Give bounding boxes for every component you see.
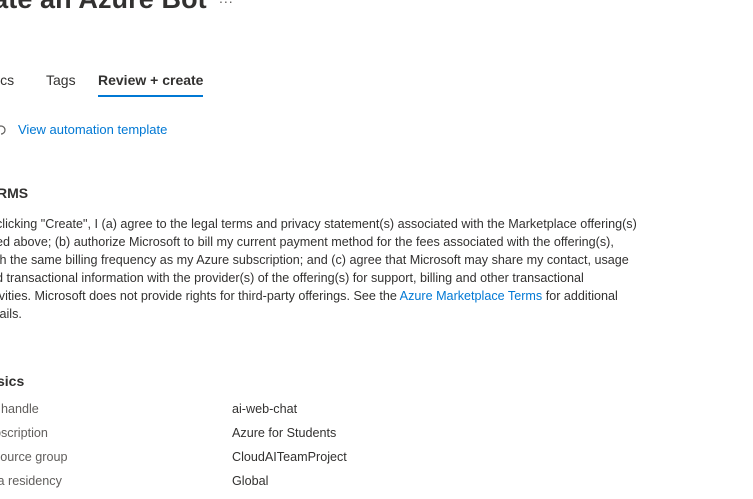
- azure-marketplace-terms-link[interactable]: Azure Marketplace Terms: [400, 289, 543, 303]
- automation-link-label[interactable]: View automation template: [18, 122, 167, 137]
- row-label: ta residency: [0, 474, 62, 488]
- terms-line: tails.: [0, 307, 22, 321]
- row-label: source group: [0, 450, 68, 464]
- terms-line: th the same billing frequency as my Azur…: [0, 253, 629, 267]
- view-automation-template-link[interactable]: View automation template: [0, 122, 167, 137]
- terms-line-text: ivities. Microsoft does not provide righ…: [0, 289, 400, 303]
- summary-row-subscription: bscription Azure for Students: [0, 426, 600, 446]
- terms-line-with-link: ivities. Microsoft does not provide righ…: [0, 287, 661, 305]
- terms-line: clicking "Create", I (a) agree to the le…: [0, 217, 637, 231]
- tab-tags[interactable]: Tags: [46, 71, 76, 95]
- basics-heading: sics: [0, 373, 25, 389]
- page-title: eate an Azure Bot: [0, 0, 207, 15]
- row-value: Global: [232, 474, 269, 488]
- row-value: Azure for Students: [232, 426, 337, 440]
- download-template-icon: [0, 123, 8, 137]
- summary-row-bot-handle: t handle ai-web-chat: [0, 402, 600, 422]
- terms-heading: RMS: [0, 185, 29, 201]
- row-label: t handle: [0, 402, 39, 416]
- more-options-button[interactable]: ...: [219, 0, 234, 6]
- tab-review-create[interactable]: Review + create: [98, 71, 204, 97]
- summary-row-data-residency: ta residency Global: [0, 474, 600, 494]
- summary-row-resource-group: source group CloudAITeamProject: [0, 450, 600, 470]
- row-label: bscription: [0, 426, 48, 440]
- terms-line: d transactional information with the pro…: [0, 271, 584, 285]
- row-value: CloudAITeamProject: [232, 450, 347, 464]
- terms-line-suffix: for additional: [542, 289, 618, 303]
- review-create-page: eate an Azure Bot ... sics Tags Review +…: [0, 0, 753, 499]
- terms-text: clicking "Create", I (a) agree to the le…: [0, 215, 661, 323]
- row-value: ai-web-chat: [232, 402, 298, 416]
- tab-basics[interactable]: sics: [0, 71, 14, 95]
- terms-line: ed above; (b) authorize Microsoft to bil…: [0, 235, 614, 249]
